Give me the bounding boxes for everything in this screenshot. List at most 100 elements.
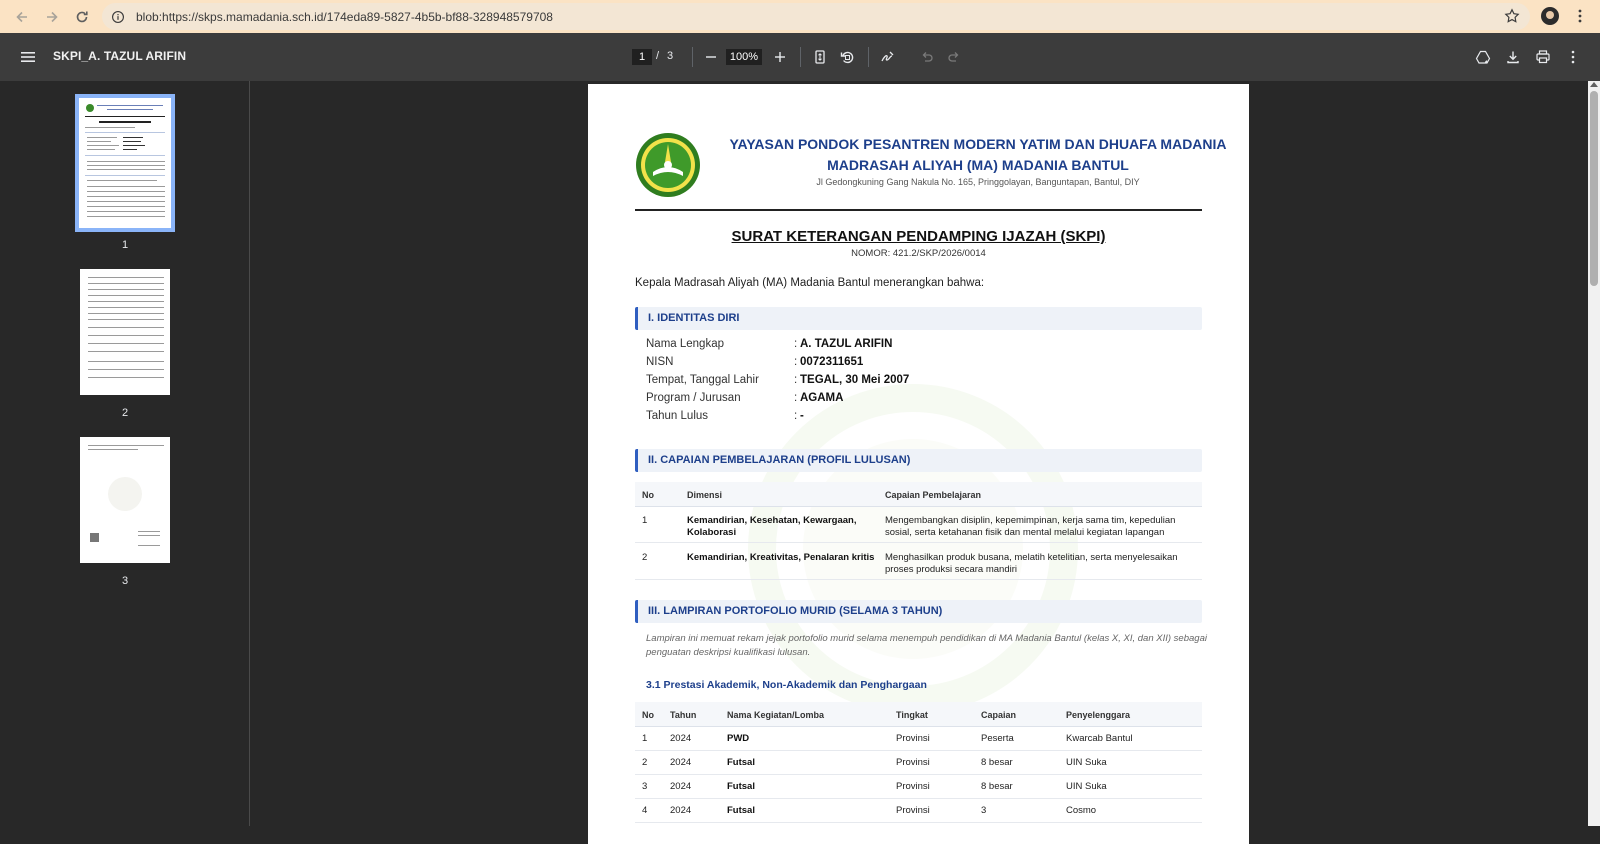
section-title: III. LAMPIRAN PORTOFOLIO MURID (SELAMA 3… <box>648 605 943 617</box>
profile-avatar[interactable] <box>1541 7 1559 25</box>
column-header: Capaian <box>981 710 1017 720</box>
sidebar-toggle-menu-icon[interactable] <box>18 47 38 67</box>
portfolio-note: Lampiran ini memuat rekam jejak portofol… <box>646 632 1207 660</box>
intro-text: Kepala Madrasah Aliyah (MA) Madania Bant… <box>635 277 985 289</box>
identity-label: NISN <box>646 356 674 368</box>
print-icon[interactable] <box>1534 48 1552 66</box>
save-to-drive-icon[interactable] <box>1474 48 1492 66</box>
cell-penyelenggara: UIN Suka <box>1066 757 1107 768</box>
column-header: Nama Kegiatan/Lomba <box>727 710 825 720</box>
redo-icon[interactable] <box>945 48 963 66</box>
cell-penyelenggara: Kwarcab Bantul <box>1066 733 1133 744</box>
header-school: MADRASAH ALIYAH (MA) MADANIA BANTUL <box>827 157 1129 173</box>
pdf-toolbar: SKPI_A. TAZUL ARIFIN 1 / 3 100% <box>0 33 1600 81</box>
cell-no: 2 <box>642 552 648 563</box>
note-line: penguatan deskripsi kualifikasi lulusan. <box>646 647 811 658</box>
scrollbar-thumb[interactable] <box>1590 91 1598 286</box>
table-header: No Dimensi Capaian Pembelajaran <box>635 482 1202 507</box>
cell-penyelenggara: UIN Suka <box>1066 781 1107 792</box>
cell-nama: Futsal <box>727 757 755 768</box>
thumbnail-page-1[interactable] <box>75 94 175 232</box>
identity-label: Tahun Lulus <box>646 410 709 422</box>
annotate-pen-icon[interactable] <box>879 48 897 66</box>
cell-nama: PWD <box>727 733 750 744</box>
fit-to-page-icon[interactable] <box>811 48 829 66</box>
identity-label: Program / Jurusan <box>646 392 741 404</box>
header-foundation: YAYASAN PONDOK PESANTREN MODERN YATIM DA… <box>729 136 1227 152</box>
toolbar-divider <box>800 47 801 67</box>
thumbnail-page-number: 1 <box>121 239 129 251</box>
cell-capaian: 3 <box>981 805 987 816</box>
column-header: No <box>642 710 654 720</box>
zoom-out-icon[interactable] <box>702 48 720 66</box>
identity-colon: : <box>794 392 798 404</box>
identity-colon: : <box>794 374 798 386</box>
identity-colon: : <box>794 338 798 350</box>
address-bar[interactable]: blob:https://skps.mamadania.sch.id/174ed… <box>102 3 1530 30</box>
section-title: II. CAPAIAN PEMBELAJARAN (PROFIL LULUSAN… <box>648 454 911 466</box>
cell-no: 4 <box>642 805 648 816</box>
header-divider <box>635 209 1202 211</box>
identity-value: 0072311651 <box>800 356 864 368</box>
browser-bar: blob:https://skps.mamadania.sch.id/174ed… <box>0 0 1600 33</box>
cell-dimensi: Kemandirian, Kesehatan, Kewargaan, <box>687 515 857 526</box>
zoom-level-input[interactable]: 100% <box>726 49 762 65</box>
cell-nama: Futsal <box>727 805 755 816</box>
download-icon[interactable] <box>1504 48 1522 66</box>
thumbnail-page-3[interactable] <box>80 437 170 563</box>
back-icon[interactable] <box>10 5 34 29</box>
zoom-in-icon[interactable] <box>771 48 789 66</box>
document-number: NOMOR: 421.2/SKP/2026/0014 <box>851 248 986 259</box>
identity-label: Nama Lengkap <box>646 338 724 350</box>
reload-icon[interactable] <box>70 5 94 29</box>
undo-icon[interactable] <box>918 48 936 66</box>
cell-tahun: 2024 <box>670 733 692 744</box>
cell-capaian: Menghasilkan produk busana, melatih kete… <box>885 552 1178 563</box>
cell-tingkat: Provinsi <box>896 805 930 816</box>
section-capaian: II. CAPAIAN PEMBELAJARAN (PROFIL LULUSAN… <box>635 449 1202 472</box>
scroll-up-arrow-icon[interactable] <box>1590 82 1598 87</box>
cell-tahun: 2024 <box>670 805 692 816</box>
toolbar-divider <box>868 47 869 67</box>
more-options-icon[interactable] <box>1564 48 1582 66</box>
page-number-input[interactable]: 1 <box>632 49 652 65</box>
thumbnail-sidebar: 1 2 3 <box>0 81 250 826</box>
section-portofolio: III. LAMPIRAN PORTOFOLIO MURID (SELAMA 3… <box>635 600 1202 623</box>
vertical-scrollbar[interactable] <box>1588 81 1600 826</box>
subsection-title: 3.1 Prestasi Akademik, Non-Akademik dan … <box>646 679 927 691</box>
section-title: I. IDENTITAS DIRI <box>648 312 740 324</box>
bookmark-star-icon[interactable] <box>1504 8 1520 24</box>
identity-value: AGAMA <box>800 392 844 404</box>
table-row: 3 2024 Futsal Provinsi 8 besar UIN Suka <box>635 775 1202 799</box>
site-info-icon[interactable] <box>110 9 126 25</box>
thumbnail-page-2[interactable] <box>80 269 170 395</box>
cell-capaian: Mengembangkan disiplin, kepemimpinan, ke… <box>885 515 1176 526</box>
table-row: 4 2024 Futsal Provinsi 3 Cosmo <box>635 799 1202 823</box>
browser-menu-icon[interactable] <box>1572 8 1588 24</box>
column-header: Capaian Pembelajaran <box>885 490 982 500</box>
cell-capaian: sosial, serta ketahanan fisik dan mental… <box>885 527 1165 538</box>
identity-colon: : <box>794 410 798 422</box>
identity-label: Tempat, Tanggal Lahir <box>646 374 759 386</box>
cell-tingkat: Provinsi <box>896 781 930 792</box>
cell-tahun: 2024 <box>670 757 692 768</box>
identity-value: A. TAZUL ARIFIN <box>800 338 893 350</box>
cell-tingkat: Provinsi <box>896 757 930 768</box>
column-header: No <box>642 490 654 500</box>
column-header: Penyelenggara <box>1066 710 1131 720</box>
cell-capaian: 8 besar <box>981 781 1013 792</box>
document-heading: SURAT KETERANGAN PENDAMPING IJAZAH (SKPI… <box>731 228 1106 245</box>
cell-dimensi: Kolaborasi <box>687 527 737 538</box>
cell-capaian: 8 besar <box>981 757 1013 768</box>
forward-icon[interactable] <box>40 5 64 29</box>
thumbnail-page-number: 2 <box>121 407 129 419</box>
rotate-icon[interactable] <box>838 48 856 66</box>
note-line: Lampiran ini memuat rekam jejak portofol… <box>646 633 1207 644</box>
pdf-page: YAYASAN PONDOK PESANTREN MODERN YATIM DA… <box>588 84 1249 844</box>
column-header: Tahun <box>670 710 697 720</box>
cell-nama: Futsal <box>727 781 755 792</box>
cell-tahun: 2024 <box>670 781 692 792</box>
cell-capaian: proses produksi secara mandiri <box>885 564 1018 575</box>
table-header: No Tahun Nama Kegiatan/Lomba Tingkat Cap… <box>635 702 1202 727</box>
identity-colon: : <box>794 356 798 368</box>
